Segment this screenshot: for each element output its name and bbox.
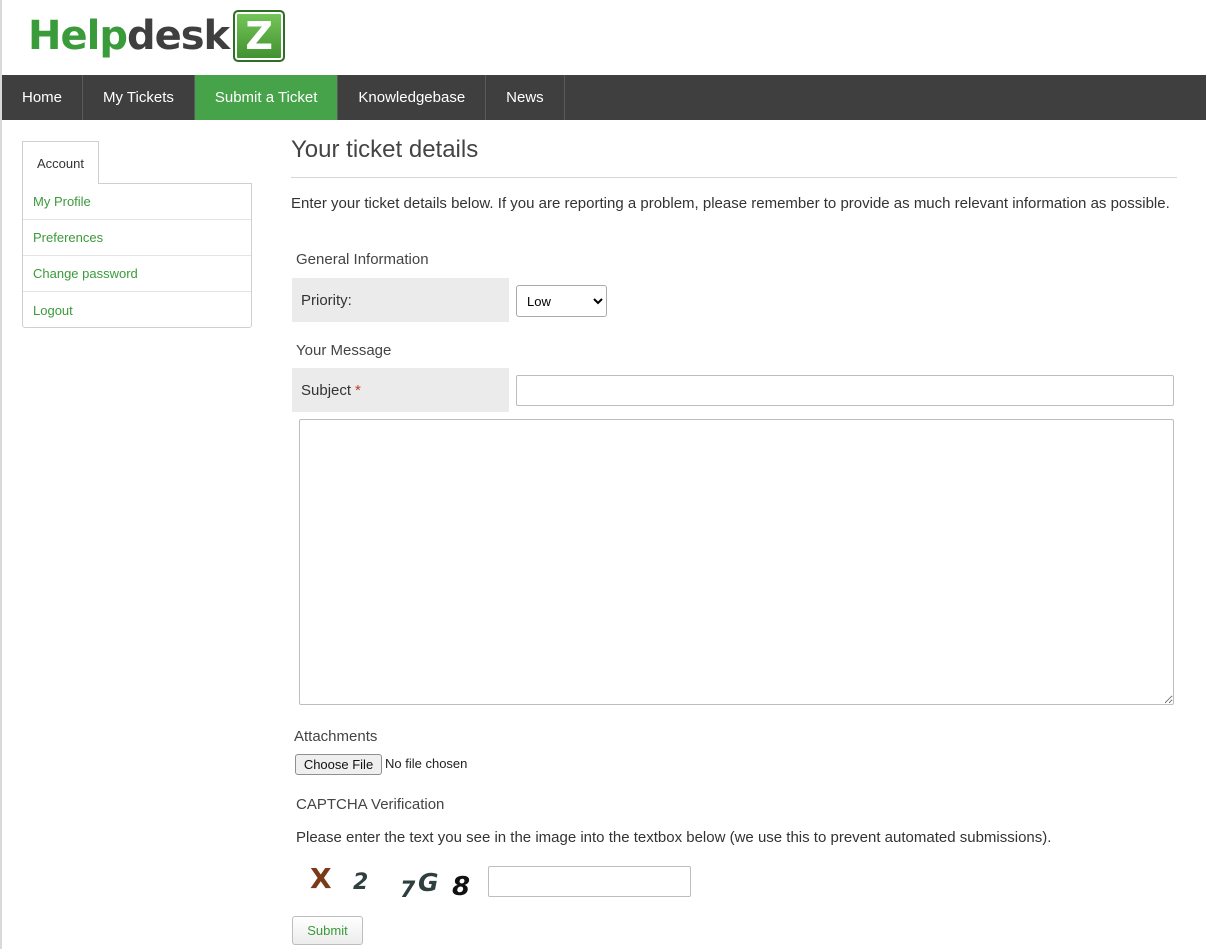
choose-file-button[interactable]: Choose File (295, 754, 382, 775)
sidebar-item-change-password[interactable]: Change password (23, 256, 251, 292)
captcha-heading: CAPTCHA Verification (296, 796, 445, 813)
account-sidebar: My Profile Preferences Change password L… (22, 183, 252, 328)
intro-text: Enter your ticket details below. If you … (291, 195, 1170, 212)
captcha-char: X (310, 862, 332, 895)
captcha-char: 8 (452, 872, 471, 902)
captcha-char: G (418, 868, 439, 897)
captcha-char: 7 (400, 878, 416, 903)
nav-news[interactable]: News (486, 75, 565, 120)
captcha-instructions: Please enter the text you see in the ima… (296, 829, 1052, 846)
captcha-image: X 2 7 G 8 (296, 858, 481, 908)
submit-button[interactable]: Submit (292, 916, 363, 945)
page-title: Your ticket details (291, 136, 479, 163)
captcha-input[interactable] (488, 866, 691, 897)
required-marker: * (355, 381, 361, 399)
nav-knowledgebase[interactable]: Knowledgebase (338, 75, 487, 120)
message-textarea[interactable] (299, 419, 1174, 705)
attachments-heading: Attachments (294, 728, 378, 745)
subject-label-text: Subject (301, 381, 352, 399)
priority-select[interactable]: Low (516, 285, 607, 317)
logo-badge: Z (233, 10, 286, 62)
subject-label: Subject * (292, 368, 509, 412)
logo[interactable]: Helpdesk Z (28, 6, 286, 66)
nav-my-tickets[interactable]: My Tickets (83, 75, 195, 120)
sidebar-item-preferences[interactable]: Preferences (23, 220, 251, 256)
sidebar-item-my-profile[interactable]: My Profile (23, 184, 251, 220)
subject-input[interactable] (516, 375, 1174, 406)
tab-account[interactable]: Account (22, 141, 99, 184)
file-status-text: No file chosen (385, 756, 468, 771)
nav-home[interactable]: Home (2, 75, 84, 120)
logo-text: Helpdesk (28, 13, 230, 59)
sidebar-item-logout[interactable]: Logout (23, 292, 251, 328)
general-information-heading: General Information (296, 251, 429, 268)
logo-text-desk: desk (126, 13, 230, 59)
main-navigation: Home My Tickets Submit a Ticket Knowledg… (2, 75, 1206, 120)
priority-label: Priority: (292, 278, 509, 322)
logo-text-help: Help (28, 13, 128, 59)
captcha-char: 2 (353, 870, 369, 895)
title-divider (291, 177, 1177, 178)
page-border (0, 0, 2, 949)
nav-submit-ticket[interactable]: Submit a Ticket (194, 75, 339, 120)
your-message-heading: Your Message (296, 342, 392, 359)
